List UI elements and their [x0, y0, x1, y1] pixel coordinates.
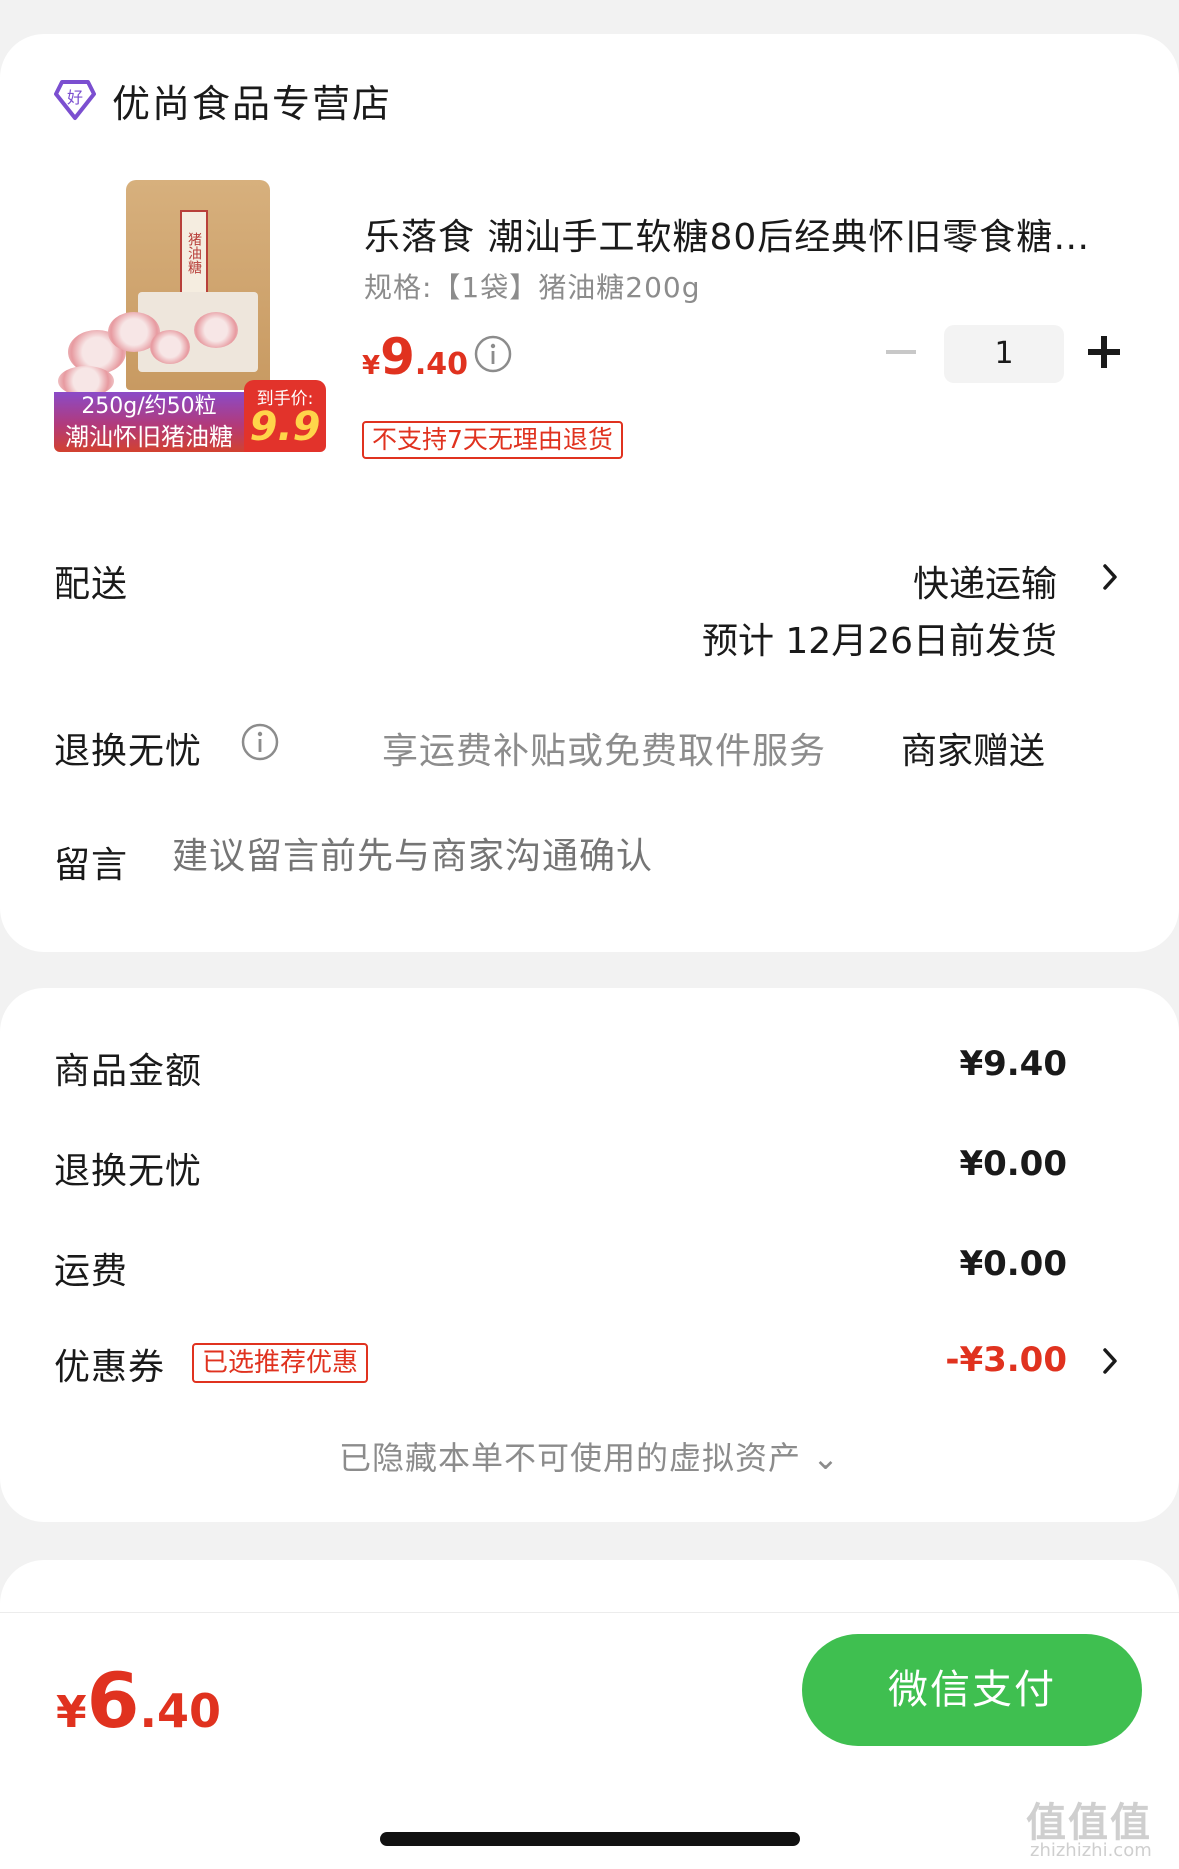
delivery-method[interactable]: 快递运输	[913, 555, 1057, 607]
shipping-label: 运费	[54, 1251, 129, 1292]
candy-piece	[194, 312, 238, 348]
hidden-assets-toggle[interactable]: 已隐藏本单不可使用的虚拟资产 ⌄	[0, 1433, 1179, 1479]
price-currency: ¥	[362, 351, 381, 381]
coupon-label[interactable]: 优惠券	[54, 1338, 165, 1390]
quantity-decrease-button[interactable]	[886, 350, 916, 354]
watermark-url: zhizhizhi.com	[1030, 1840, 1152, 1861]
store-name[interactable]: 优尚食品专营店	[112, 73, 392, 128]
coupon-value[interactable]: -¥3.00	[945, 1340, 1067, 1380]
product-price: ¥ 9 .40	[362, 328, 468, 386]
order-total: ¥ 6 .40	[56, 1656, 221, 1745]
wechat-pay-button[interactable]: 微信支付	[802, 1634, 1142, 1746]
total-decimal: .40	[139, 1684, 222, 1738]
coupon-tag[interactable]: 已选推荐优惠	[192, 1343, 369, 1383]
good-store-badge-icon: 好	[54, 80, 96, 120]
order-item-card	[0, 34, 1179, 952]
service-description: 享运费补贴或免费取件服务	[382, 731, 827, 772]
service-fee-value: ¥0.00	[959, 1144, 1067, 1184]
total-currency: ¥	[56, 1687, 87, 1738]
candy-piece	[150, 330, 190, 364]
subtotal-label: 商品金额	[54, 1051, 203, 1092]
price-integer: 9	[380, 328, 415, 386]
delivery-eta: 预计 12月26日前发货	[701, 621, 1057, 662]
service-gift: 商家赠送	[900, 731, 1045, 772]
delivery-chevron-right-icon[interactable]	[1100, 562, 1120, 592]
image-price-badge-value: 9.9	[249, 404, 321, 450]
quantity-stepper[interactable]: 1	[944, 325, 1064, 383]
delivery-label: 配送	[54, 564, 129, 605]
service-label: 退换无忧	[54, 731, 203, 772]
service-info-icon[interactable]	[240, 722, 280, 762]
product-image[interactable]: 猪油糖 250g/约50粒 潮汕怀旧猪油糖 到手价: 9.9	[54, 180, 326, 452]
coupon-chevron-right-icon[interactable]	[1100, 1346, 1120, 1376]
subtotal-value: ¥9.40	[959, 1044, 1067, 1084]
no-return-tag: 不支持7天无理由退货	[362, 421, 623, 459]
note-label: 留言	[54, 845, 129, 886]
note-input[interactable]	[172, 836, 1072, 877]
shipping-value: ¥0.00	[959, 1244, 1067, 1284]
price-decimal: .40	[414, 347, 469, 382]
price-info-icon[interactable]	[473, 334, 513, 374]
product-title[interactable]: 乐落食 潮汕手工软糖80后经典怀旧零食糖果猪油糖	[364, 208, 1124, 260]
product-spec[interactable]: 规格:【1袋】猪油糖200g	[364, 266, 700, 306]
image-banner-name: 潮汕怀旧猪油糖	[65, 423, 233, 451]
home-indicator[interactable]	[380, 1832, 800, 1846]
total-integer: 6	[86, 1656, 140, 1745]
store-badge-char: 好	[67, 88, 83, 107]
bag-label: 猪油糖	[180, 210, 208, 296]
image-banner-weight: 250g/约50粒	[81, 394, 217, 419]
service-fee-label: 退换无忧	[54, 1151, 203, 1192]
quantity-increase-button[interactable]	[1088, 336, 1120, 368]
store-header[interactable]: 好 优尚食品专营店	[54, 70, 392, 130]
